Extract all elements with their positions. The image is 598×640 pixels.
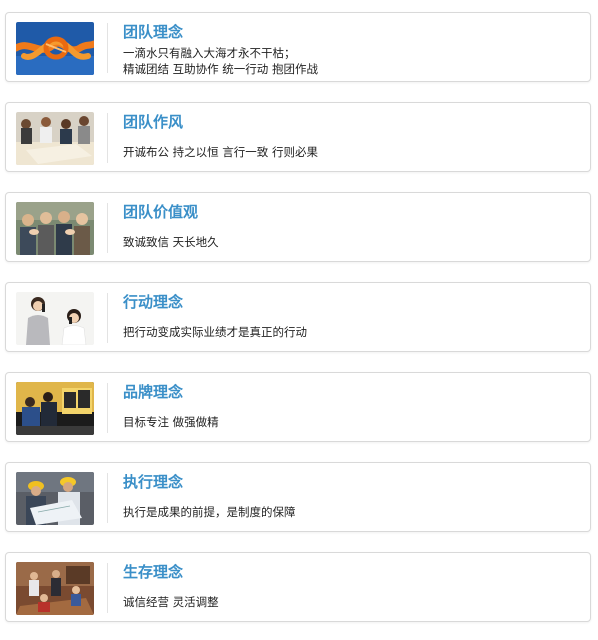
card-divider bbox=[107, 293, 108, 343]
phone-call-photo bbox=[16, 292, 94, 345]
description-line: 把行动变成实际业绩才是真正的行动 bbox=[123, 325, 307, 339]
card-description: 目标专注 做强做精 bbox=[123, 414, 219, 430]
card-description: 把行动变成实际业绩才是真正的行动 bbox=[123, 324, 307, 340]
card-description: 执行是成果的前提，是制度的保障 bbox=[123, 504, 296, 520]
philosophy-card-team-concept: 团队理念 一滴水只有融入大海才永不干枯； 精诚团结 互助协作 统一行动 抱团作战 bbox=[5, 12, 591, 82]
business-meeting-photo bbox=[16, 562, 94, 615]
card-title: 行动理念 bbox=[123, 293, 184, 311]
card-divider bbox=[107, 383, 108, 433]
card-title: 执行理念 bbox=[123, 473, 184, 491]
card-title: 生存理念 bbox=[123, 563, 184, 581]
philosophy-card-team-values: 团队价值观 致诚致信 天长地久 bbox=[5, 192, 591, 262]
description-line: 致诚致信 天长地久 bbox=[123, 235, 219, 249]
philosophy-card-brand-concept: 品牌理念 目标专注 做强做精 bbox=[5, 372, 591, 442]
team-meeting-photo bbox=[16, 112, 94, 165]
card-divider bbox=[107, 113, 108, 163]
card-title: 团队理念 bbox=[123, 23, 184, 41]
card-title: 团队价值观 bbox=[123, 203, 199, 221]
description-line: 执行是成果的前提，是制度的保障 bbox=[123, 505, 296, 519]
engineers-blueprint-photo bbox=[16, 472, 94, 525]
description-line: 一滴水只有融入大海才永不干枯； bbox=[123, 46, 296, 60]
philosophy-card-action-concept: 行动理念 把行动变成实际业绩才是真正的行动 bbox=[5, 282, 591, 352]
card-title: 品牌理念 bbox=[123, 383, 184, 401]
philosophy-card-survival-concept: 生存理念 诚信经营 灵活调整 bbox=[5, 552, 591, 622]
card-divider bbox=[107, 563, 108, 613]
philosophy-card-team-style: 团队作风 开诚布公 持之以恒 言行一致 行则必果 bbox=[5, 102, 591, 172]
office-work-photo bbox=[16, 382, 94, 435]
description-line: 目标专注 做强做精 bbox=[123, 415, 219, 429]
description-line: 诚信经营 灵活调整 bbox=[123, 595, 219, 609]
description-line: 开诚布公 持之以恒 言行一致 行则必果 bbox=[123, 145, 318, 159]
card-description: 致诚致信 天长地久 bbox=[123, 234, 219, 250]
card-divider bbox=[107, 203, 108, 253]
description-line: 精诚团结 互助协作 统一行动 抱团作战 bbox=[123, 62, 318, 76]
card-divider bbox=[107, 23, 108, 73]
philosophy-card-execution-concept: 执行理念 执行是成果的前提，是制度的保障 bbox=[5, 462, 591, 532]
applause-photo bbox=[16, 202, 94, 255]
card-title: 团队作风 bbox=[123, 113, 184, 131]
rope-knot-icon bbox=[16, 22, 94, 75]
card-divider bbox=[107, 473, 108, 523]
card-description: 开诚布公 持之以恒 言行一致 行则必果 bbox=[123, 144, 318, 160]
card-description: 一滴水只有融入大海才永不干枯； 精诚团结 互助协作 统一行动 抱团作战 bbox=[123, 45, 318, 77]
card-description: 诚信经营 灵活调整 bbox=[123, 594, 219, 610]
